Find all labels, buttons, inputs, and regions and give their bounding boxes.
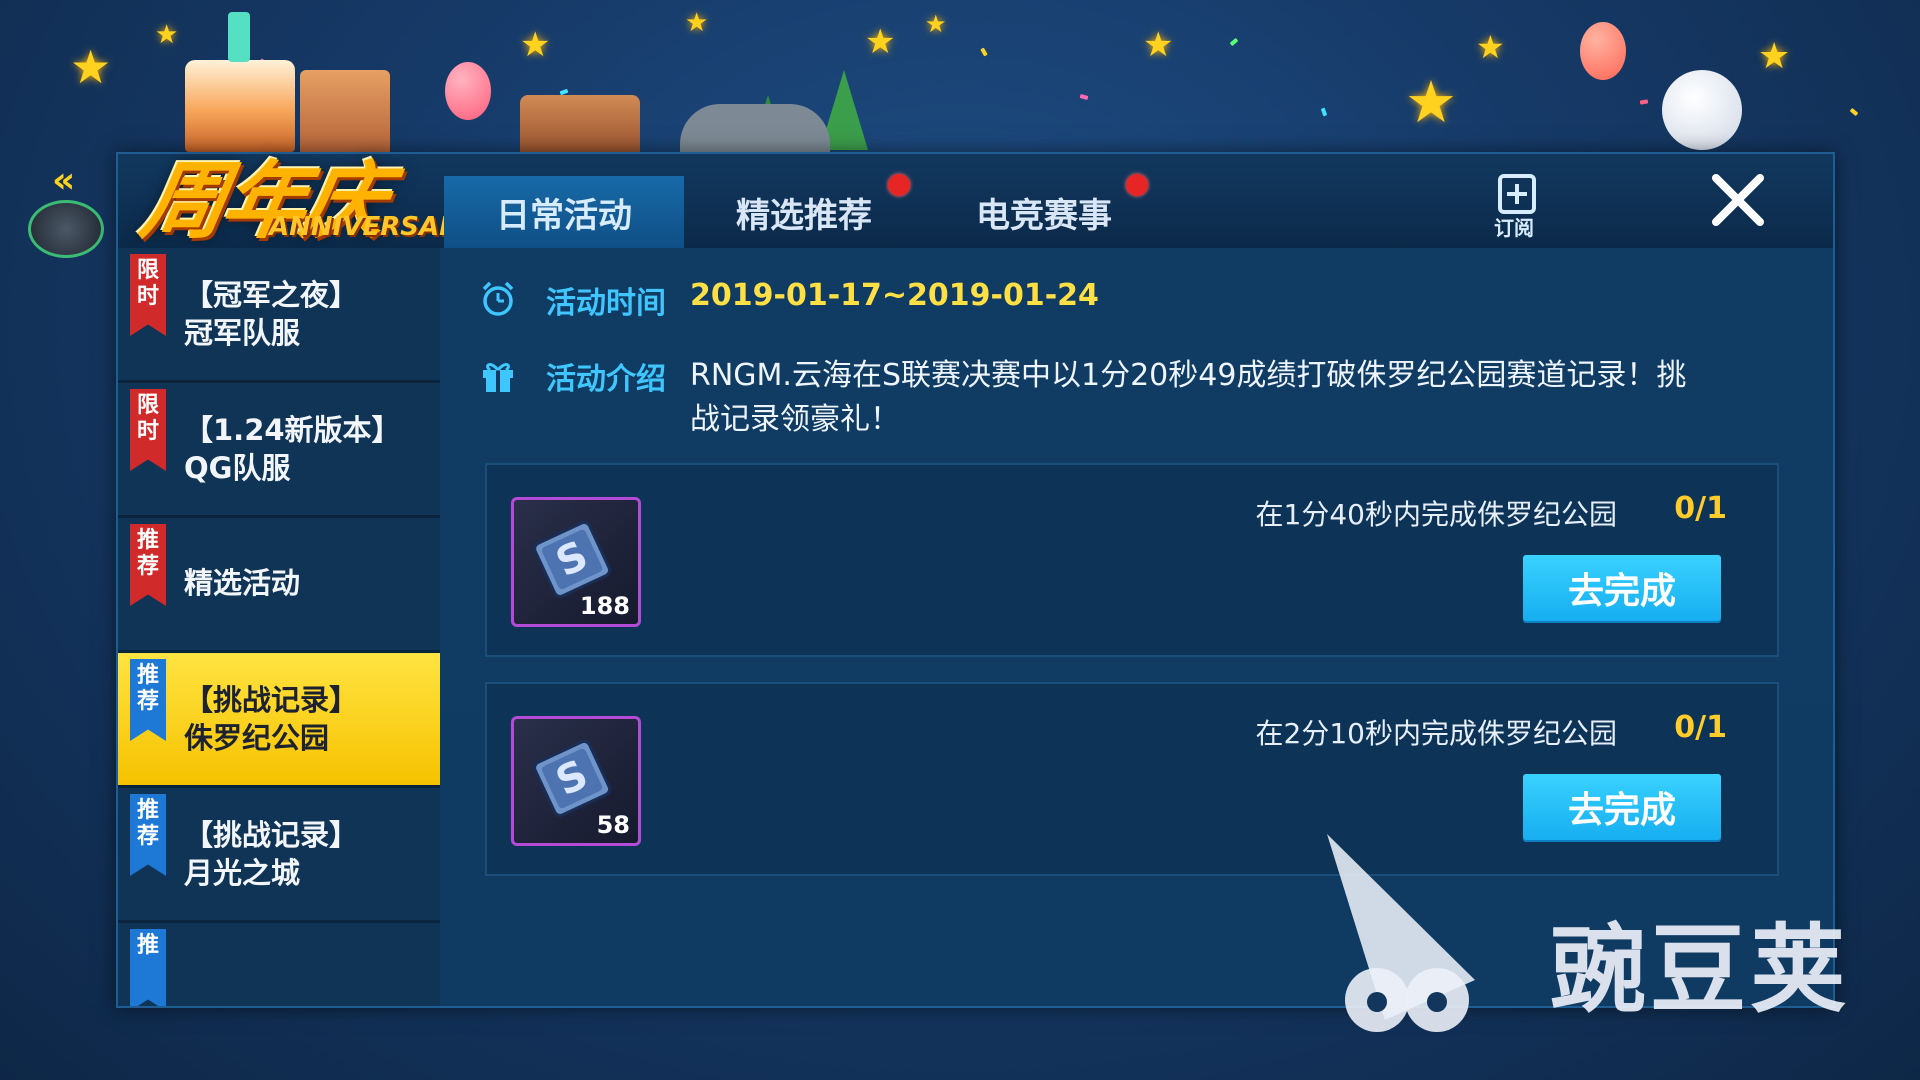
task-description: 在1分40秒内完成侏罗纪公园: [1255, 498, 1617, 531]
chevron-left-icon: «: [52, 160, 76, 201]
kart-icon: [28, 200, 104, 258]
sidebar-item-new-version[interactable]: 限时 【1.24新版本】 QG队服: [118, 383, 440, 518]
tab-label: 电竞赛事: [976, 195, 1112, 236]
activity-time-row: 活动时间 2019-01-17~2019-01-24: [480, 278, 1099, 322]
task-progress: 0/1: [1674, 710, 1727, 745]
activity-intro-label: 活动介绍: [546, 362, 666, 397]
go-complete-button[interactable]: 去完成: [1523, 774, 1721, 840]
sidebar-item-label: 【挑战记录】 侏罗纪公园: [184, 683, 359, 755]
star-icon: ★: [155, 20, 179, 50]
subscribe-button[interactable]: 订阅: [1490, 172, 1550, 240]
task-row: S 58 在2分10秒内完成侏罗纪公园 0/1 去完成: [485, 682, 1779, 876]
cake-candle-icon: [228, 12, 250, 62]
sidebar-item-label: 【冠军之夜】 冠军队服: [184, 278, 359, 350]
sidebar-item-champion-night[interactable]: 限时 【冠军之夜】 冠军队服: [118, 248, 440, 383]
tag-badge: 推: [130, 929, 166, 1006]
reward-count: 58: [596, 811, 630, 839]
activity-time-label: 活动时间: [546, 286, 666, 321]
sidebar-item-label: 【1.24新版本】 QG队服: [184, 413, 401, 485]
notification-dot: [1126, 174, 1148, 196]
close-icon: [1712, 174, 1764, 226]
top-bar: 周年庆 ANNIVERSARY 日常活动 精选推荐 电竞赛事 订阅: [118, 152, 1833, 251]
sidebar-item-partial[interactable]: 推: [118, 923, 440, 1006]
balloon-icon: [445, 62, 491, 120]
activity-intro-row: 活动介绍 RNGM.云海在S联赛决赛中以1分20秒49成绩打破侏罗纪公园赛道记录…: [480, 354, 1690, 442]
sidebar-item-challenge-moonlight[interactable]: 推荐 【挑战记录】 月光之城: [118, 788, 440, 923]
close-button[interactable]: [1698, 160, 1778, 240]
house-icon: [520, 95, 640, 152]
activity-intro-text: RNGM.云海在S联赛决赛中以1分20秒49成绩打破侏罗纪公园赛道记录！挑战记录…: [690, 358, 1687, 437]
star-icon: ★: [685, 8, 709, 38]
gift-icon: [483, 363, 513, 392]
balloon-icon: [1580, 22, 1626, 80]
tab-label: 日常活动: [496, 195, 632, 236]
notification-dot: [888, 174, 910, 196]
reward-item[interactable]: S 188: [511, 497, 641, 627]
tag-badge: 限时: [130, 389, 166, 471]
reward-count: 188: [579, 592, 630, 620]
subscribe-label: 订阅: [1494, 216, 1534, 240]
tab-daily-activities[interactable]: 日常活动: [444, 176, 684, 248]
sidebar-item-featured-activity[interactable]: 推荐 精选活动: [118, 518, 440, 653]
tag-badge: 推荐: [130, 659, 166, 741]
alarm-clock-icon: [482, 281, 514, 316]
task-row: S 188 在1分40秒内完成侏罗纪公园 0/1 去完成: [485, 463, 1779, 657]
tag-badge: 推荐: [130, 524, 166, 606]
task-progress: 0/1: [1674, 491, 1727, 526]
tag-badge: 推荐: [130, 794, 166, 876]
snowman-icon: [1662, 70, 1742, 150]
star-icon: ★: [1758, 36, 1791, 77]
star-icon: ★: [865, 22, 896, 62]
star-icon: ★: [1405, 68, 1457, 136]
star-icon: ★: [1143, 25, 1174, 65]
button-label: 去完成: [1567, 790, 1676, 831]
star-icon: ★: [520, 25, 551, 65]
go-complete-button[interactable]: 去完成: [1523, 555, 1721, 621]
rock-icon: [680, 104, 830, 152]
tab-label: 精选推荐: [736, 195, 872, 236]
activity-content: 活动时间 2019-01-17~2019-01-24 活动介绍 RNGM.云海在…: [440, 248, 1833, 1006]
task-description: 在2分10秒内完成侏罗纪公园: [1255, 717, 1617, 750]
activity-sidebar[interactable]: 限时 【冠军之夜】 冠军队服 限时 【1.24新版本】 QG队服 推荐 精选活动 推…: [118, 248, 440, 1006]
reward-item[interactable]: S 58: [511, 716, 641, 846]
star-icon: ★: [925, 10, 947, 38]
anniversary-logo: 周年庆 ANNIVERSARY: [134, 124, 475, 254]
activity-panel: 周年庆 ANNIVERSARY 日常活动 精选推荐 电竞赛事 订阅 限 时 【冠…: [116, 152, 1835, 1008]
sidebar-item-label: 【挑战记录】 月光之城: [184, 818, 359, 890]
star-icon: ★: [1476, 28, 1505, 66]
button-label: 去完成: [1567, 571, 1676, 612]
activity-time-value: 2019-01-17~2019-01-24: [690, 278, 1099, 313]
star-icon: ★: [70, 40, 112, 94]
tag-badge: 限时: [130, 254, 166, 336]
sidebar-item-challenge-jurassic[interactable]: 推荐 【挑战记录】 侏罗纪公园: [118, 653, 440, 788]
sidebar-item-label: 精选活动: [184, 566, 301, 600]
